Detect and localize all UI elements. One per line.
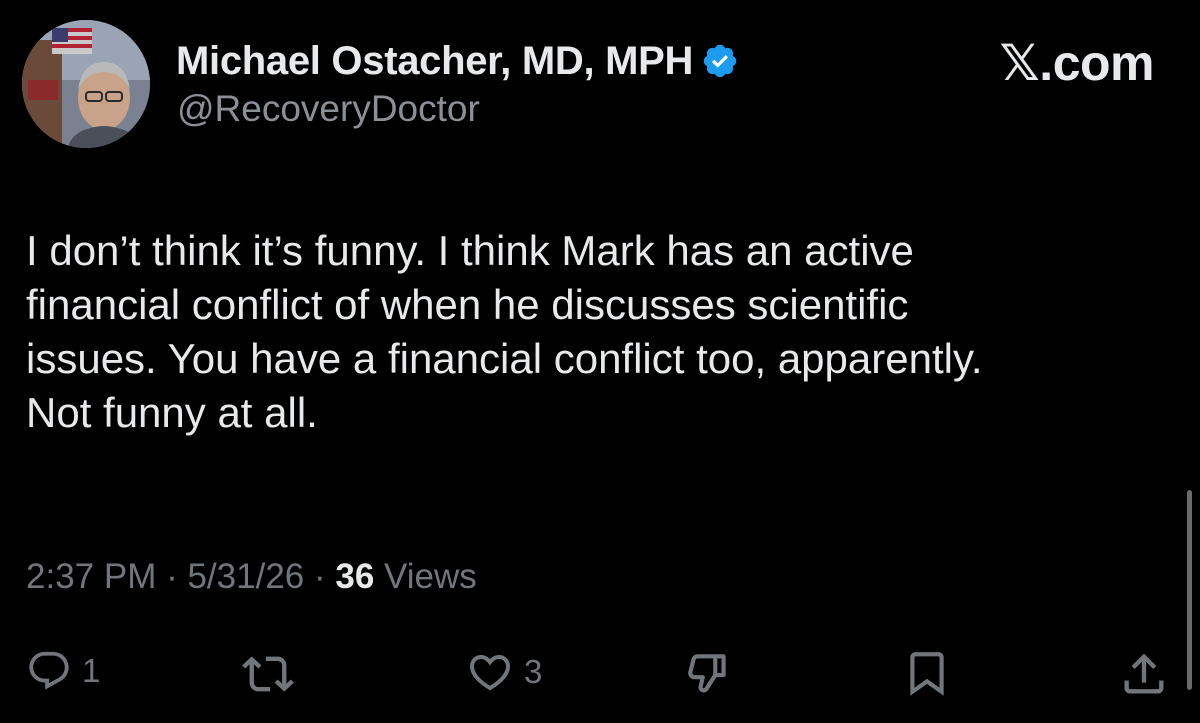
reply-count: 1 — [82, 652, 101, 689]
like-button[interactable]: 3 — [466, 648, 542, 696]
share-icon — [1124, 653, 1164, 694]
tweet-text-line: issues. You have a financial conflict to… — [26, 335, 983, 382]
dislike-button[interactable] — [684, 648, 734, 698]
views-count: 36 — [335, 557, 375, 596]
bookmark-button[interactable] — [902, 648, 952, 698]
reply-button[interactable]: 1 — [26, 648, 100, 694]
meta-separator: · — [156, 557, 188, 596]
repost-icon — [242, 656, 294, 692]
author-handle[interactable]: @RecoveryDoctor — [177, 88, 480, 130]
tweet-text: I don’t think it’s funny. I think Mark h… — [26, 224, 1176, 440]
verified-badge-icon — [701, 42, 739, 80]
brand-logo: 𝕏.com — [999, 35, 1155, 91]
author-display-name[interactable]: Michael Ostacher, MD, MPH — [176, 39, 693, 84]
like-count: 3 — [524, 653, 543, 690]
tweet-actions-bar: 1 3 — [0, 640, 1200, 710]
share-button[interactable] — [1118, 648, 1170, 700]
tweet-text-line: financial conflict of when he discusses … — [26, 281, 909, 328]
reply-icon — [29, 651, 69, 690]
meta-separator: · — [304, 557, 336, 596]
avatar[interactable] — [22, 20, 150, 148]
heart-icon — [469, 655, 511, 691]
bookmark-icon — [910, 652, 944, 696]
views-label: Views — [374, 557, 477, 596]
scrollbar[interactable] — [1187, 490, 1192, 690]
tweet-meta: 2:37 PM · 5/31/26 · 36 Views — [26, 557, 477, 597]
profile-photo — [22, 20, 150, 148]
thumbs-down-icon — [688, 654, 726, 693]
repost-button[interactable] — [242, 648, 304, 700]
author-name-row[interactable]: Michael Ostacher, MD, MPH — [176, 35, 739, 87]
tweet-text-line: Not funny at all. — [26, 389, 318, 436]
tweet-time[interactable]: 2:37 PM — [26, 557, 156, 596]
tweet-text-line: I don’t think it’s funny. I think Mark h… — [26, 227, 914, 274]
tweet-date[interactable]: 5/31/26 — [187, 557, 304, 596]
